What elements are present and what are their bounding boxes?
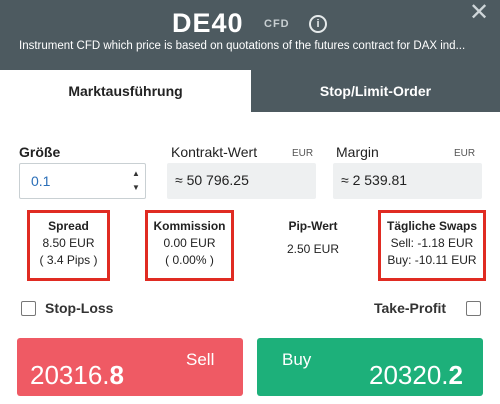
- contract-value-label: Kontrakt-Wert: [171, 144, 258, 160]
- tab-stop-limit-order[interactable]: Stop/Limit-Order: [251, 70, 500, 112]
- sell-price-main: 20316.: [30, 360, 110, 390]
- take-profit-checkbox[interactable]: [466, 301, 481, 316]
- instrument-description: Instrument CFD which price is based on q…: [19, 40, 466, 52]
- swaps-buy: Buy: -10.11 EUR: [387, 253, 477, 267]
- margin-unit: EUR: [454, 148, 476, 159]
- buy-price: 20320.2: [369, 360, 463, 391]
- commission-value: 0.00 EUR: [163, 236, 216, 250]
- spread-title: Spread: [48, 219, 89, 233]
- buy-price-main: 20320.: [369, 360, 449, 390]
- size-stepper[interactable]: ▲ ▼: [130, 167, 142, 195]
- dialog-header: DE40 CFD i ✕ Instrument CFD which price …: [0, 0, 500, 70]
- sell-button[interactable]: 20316.8 Sell: [17, 338, 243, 396]
- swaps-stat: Tägliche Swaps Sell: -1.18 EUR Buy: -10.…: [378, 218, 486, 269]
- stop-loss-label[interactable]: Stop-Loss: [45, 300, 113, 316]
- size-value[interactable]: 0.1: [31, 173, 50, 189]
- commission-title: Kommission: [153, 219, 226, 233]
- pip-value-stat: Pip-Wert 2.50 EUR: [268, 218, 358, 258]
- contract-value-field: ≈ 50 796.25: [167, 163, 316, 199]
- order-type-tabs: Marktausführung Stop/Limit-Order: [0, 70, 500, 112]
- tab-market-execution[interactable]: Marktausführung: [0, 70, 251, 112]
- take-profit-label[interactable]: Take-Profit: [374, 300, 446, 316]
- margin-field: ≈ 2 539.81: [333, 163, 482, 199]
- commission-percent: ( 0.00% ): [165, 253, 214, 267]
- title-row: DE40 CFD i: [0, 6, 500, 38]
- buy-label: Buy: [282, 350, 312, 369]
- margin-value: ≈ 2 539.81: [341, 172, 408, 188]
- stop-loss-checkbox[interactable]: [21, 301, 36, 316]
- stepper-up-icon[interactable]: ▲: [130, 167, 142, 181]
- spread-pips: ( 3.4 Pips ): [39, 253, 98, 267]
- swaps-title: Tägliche Swaps: [386, 219, 478, 233]
- margin-label: Margin: [336, 144, 379, 160]
- instrument-type-tag: CFD: [264, 18, 290, 30]
- pip-value-value: 2.50 EUR: [286, 242, 340, 256]
- swaps-sell: Sell: -1.18 EUR: [390, 236, 474, 250]
- spread-value: 8.50 EUR: [42, 236, 95, 250]
- commission-stat: Kommission 0.00 EUR ( 0.00% ): [145, 218, 234, 269]
- spread-stat: Spread 8.50 EUR ( 3.4 Pips ): [27, 218, 110, 269]
- buy-button[interactable]: Buy 20320.2: [257, 338, 483, 396]
- size-input[interactable]: 0.1 ▲ ▼: [19, 163, 146, 199]
- buy-price-last: 2: [448, 360, 463, 390]
- contract-value: ≈ 50 796.25: [175, 172, 249, 188]
- sell-label: Sell: [186, 350, 215, 369]
- size-label: Größe: [19, 144, 61, 160]
- contract-value-unit: EUR: [292, 148, 314, 159]
- sell-price: 20316.8: [30, 360, 124, 391]
- instrument-symbol: DE40: [172, 8, 244, 38]
- close-icon[interactable]: ✕: [468, 1, 490, 25]
- stepper-down-icon[interactable]: ▼: [130, 181, 142, 195]
- pip-value-title: Pip-Wert: [288, 219, 338, 233]
- sell-price-last: 8: [109, 360, 124, 390]
- info-icon[interactable]: i: [309, 15, 327, 33]
